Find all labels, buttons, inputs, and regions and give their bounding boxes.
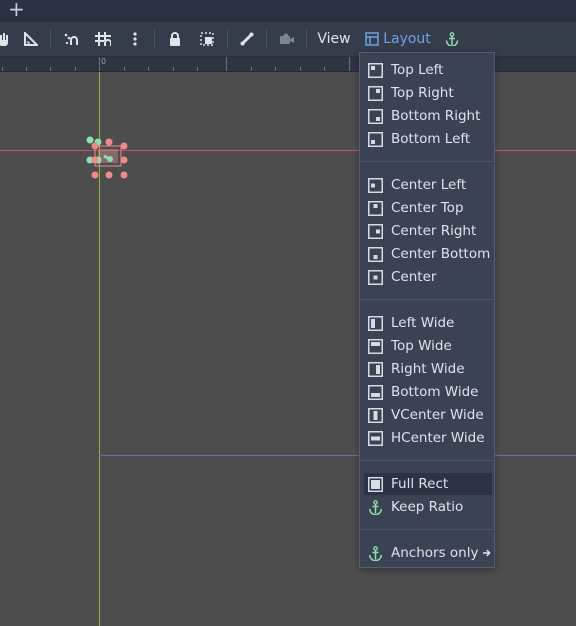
view-menu-button[interactable]: View — [314, 22, 354, 56]
layout-icon — [365, 32, 379, 46]
ruler-tool-button[interactable] — [20, 22, 42, 56]
anchor-center-top-icon — [368, 200, 383, 216]
skeleton-button[interactable] — [236, 22, 258, 56]
anchor-top-left-icon — [368, 62, 383, 78]
menu-item-left-wide[interactable]: Left Wide — [364, 312, 492, 334]
arrow-right-icon — [483, 549, 492, 557]
anchor-center-icon — [368, 269, 383, 285]
anchor-icon — [445, 32, 459, 46]
anchor-bottom-left-icon — [368, 131, 383, 147]
group-button[interactable] — [196, 22, 218, 56]
layout-menu-button[interactable]: Layout — [364, 22, 432, 56]
anchor-right-wide-icon — [368, 361, 383, 377]
menu-item-center[interactable]: Center — [364, 266, 492, 288]
menu-item-bottom-right[interactable]: Bottom Right — [364, 105, 492, 127]
anchor-bottom-right-icon — [368, 108, 383, 124]
ruler-icon — [24, 32, 38, 46]
menu-item-keep-ratio[interactable]: Keep Ratio — [364, 496, 492, 518]
ruler-origin-label: 0 — [101, 57, 107, 66]
grid-snap-icon — [95, 32, 111, 46]
menu-item-center-right[interactable]: Center Right — [364, 220, 492, 242]
menu-item-bottom-wide[interactable]: Bottom Wide — [364, 381, 492, 403]
anchor-top-wide-icon — [368, 338, 383, 354]
resize-handle — [120, 156, 128, 164]
bone-icon — [240, 32, 254, 46]
menu-separator — [360, 161, 494, 162]
menu-item-center-left[interactable]: Center Left — [364, 174, 492, 196]
toolbar-separator — [227, 30, 228, 48]
anchor-center-right-icon — [368, 223, 383, 239]
view-menu-label: View — [317, 31, 351, 47]
resize-handle — [91, 156, 99, 164]
snap-options-button[interactable] — [126, 22, 144, 56]
scene-tabs-bar: + — [0, 0, 576, 22]
camera-override-button[interactable] — [276, 22, 298, 56]
resize-handle — [120, 142, 128, 150]
group-icon — [200, 32, 214, 46]
layout-dropdown-menu: Top Left Top Right Bottom Right Bottom L… — [359, 52, 495, 568]
anchor-center-bottom-icon — [368, 246, 383, 262]
resize-handle — [105, 171, 113, 179]
menu-item-center-top[interactable]: Center Top — [364, 197, 492, 219]
anchor-handle — [86, 136, 94, 144]
anchor-left-wide-icon — [368, 315, 383, 331]
anchor-top-right-icon — [368, 85, 383, 101]
anchor-icon — [369, 545, 382, 561]
add-scene-tab-icon[interactable]: + — [8, 0, 25, 21]
viewport-boundary-guide — [99, 455, 576, 456]
resize-handle — [105, 138, 113, 146]
anchor-center-left-icon — [368, 177, 383, 193]
menu-item-vcenter-wide[interactable]: VCenter Wide — [364, 404, 492, 426]
lock-button[interactable] — [164, 22, 186, 56]
layout-menu-label: Layout — [383, 31, 431, 47]
menu-item-center-bottom[interactable]: Center Bottom — [364, 243, 492, 265]
camera-icon — [280, 33, 294, 44]
resize-handle — [91, 171, 99, 179]
menu-separator — [360, 460, 494, 461]
toolbar-separator — [50, 30, 51, 48]
menu-item-top-wide[interactable]: Top Wide — [364, 335, 492, 357]
lock-icon — [170, 32, 180, 46]
selected-control-handles[interactable] — [84, 134, 134, 180]
smart-snap-icon — [64, 33, 78, 45]
more-vertical-icon — [133, 32, 137, 46]
toolbar-separator — [266, 30, 267, 48]
grid-snap-button[interactable] — [92, 22, 114, 56]
anchor-icon — [369, 499, 382, 515]
menu-separator — [360, 529, 494, 530]
smart-snap-button[interactable] — [60, 22, 82, 56]
anchor-hcenter-wide-icon — [368, 430, 383, 446]
menu-item-full-rect[interactable]: Full Rect — [364, 473, 492, 495]
resize-handle — [120, 171, 128, 179]
full-rect-icon — [368, 476, 383, 492]
pivot-handle — [107, 156, 113, 162]
toolbar-separator — [154, 30, 155, 48]
anchor-mode-button[interactable] — [442, 22, 462, 56]
menu-item-top-right[interactable]: Top Right — [364, 82, 492, 104]
menu-item-hcenter-wide[interactable]: HCenter Wide — [364, 427, 492, 449]
pan-tool-button[interactable] — [0, 22, 10, 56]
anchor-bottom-wide-icon — [368, 384, 383, 400]
menu-item-right-wide[interactable]: Right Wide — [364, 358, 492, 380]
resize-handle — [91, 142, 99, 150]
menu-item-anchors-only[interactable]: Anchors only — [364, 542, 492, 564]
menu-separator — [360, 299, 494, 300]
anchor-vcenter-wide-icon — [368, 407, 383, 423]
hand-icon — [0, 33, 8, 46]
menu-item-bottom-left[interactable]: Bottom Left — [364, 128, 492, 150]
toolbar-separator — [306, 30, 307, 48]
menu-item-top-left[interactable]: Top Left — [364, 59, 492, 81]
